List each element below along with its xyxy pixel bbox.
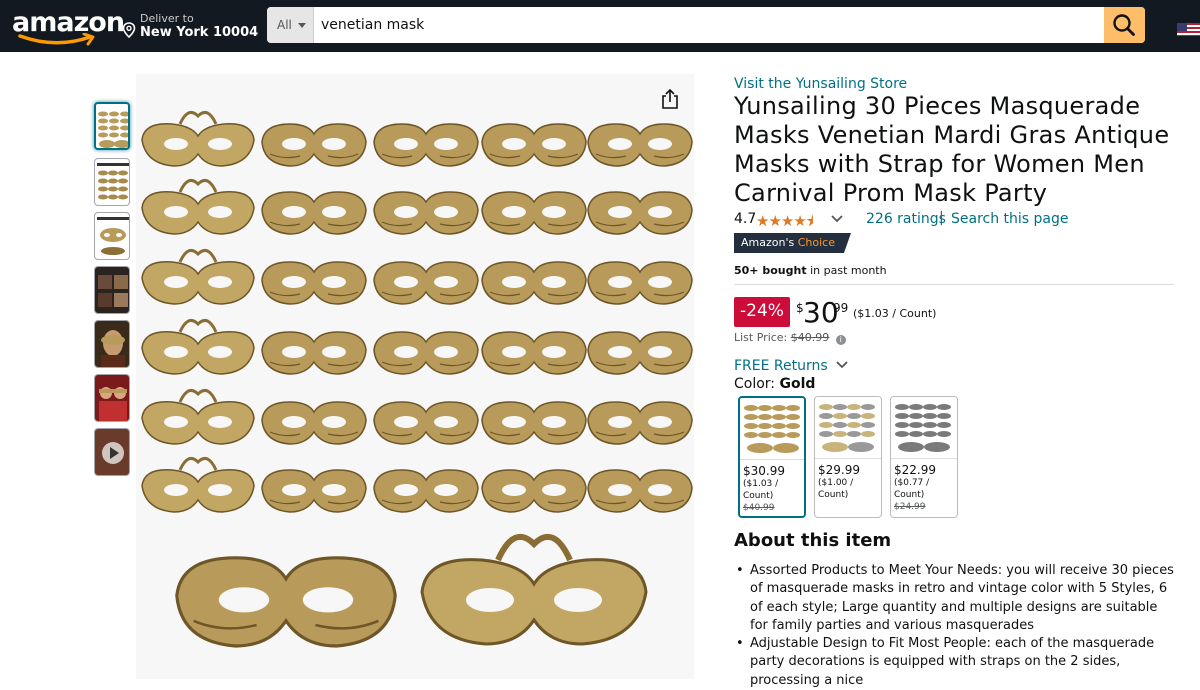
rating-row: 4.7 ★★★★⯨ 226 ratings | Search this page: [734, 210, 1174, 230]
swatch-image: [891, 397, 957, 459]
free-returns-link[interactable]: FREE Returns: [734, 358, 849, 374]
swatch-image: [740, 398, 804, 460]
location-pin-icon: [122, 22, 136, 38]
bought-period: in past month: [806, 264, 887, 277]
swatch-list-price: $24.99: [894, 502, 926, 512]
store-link[interactable]: Visit the Yunsailing Store: [734, 76, 907, 92]
swatch-price: $29.99: [818, 463, 860, 477]
us-flag-icon[interactable]: [1177, 22, 1200, 36]
feature-bullet: Assorted Products to Meet Your Needs: yo…: [736, 562, 1174, 635]
swatch-image: [815, 397, 881, 459]
ratings-count-link[interactable]: 226 ratings: [866, 211, 946, 227]
rating-value: 4.7: [734, 211, 757, 227]
thumbnail-3[interactable]: [94, 212, 130, 260]
amazon-logo[interactable]: amazon: [12, 8, 125, 46]
search-submit-button[interactable]: [1104, 7, 1145, 43]
search-input[interactable]: [315, 7, 1103, 43]
separator: |: [939, 210, 944, 226]
top-nav-bar: amazon Deliver to New York 10004 All: [0, 0, 1200, 52]
color-swatch-gold[interactable]: $30.99 ($1.03 / Count) $40.99: [738, 396, 806, 518]
price-per-unit: ($1.03 / Count): [853, 307, 937, 320]
thumbnail-1[interactable]: [94, 102, 130, 150]
bought-count: 50+ bought: [734, 264, 807, 277]
search-icon: [1113, 14, 1135, 36]
free-returns-label: FREE Returns: [734, 358, 828, 374]
thumbnail-5[interactable]: [94, 320, 130, 368]
list-price: List Price: $40.99 i: [734, 331, 846, 345]
swatch-price: $22.99: [894, 463, 936, 477]
search-category-label: All: [277, 18, 292, 32]
about-this-item-heading: About this item: [734, 530, 892, 551]
feature-bullets: Assorted Products to Meet Your Needs: yo…: [736, 562, 1174, 690]
swatch-unit-price: ($0.77 / Count): [894, 478, 930, 500]
amazons-choice-badge[interactable]: Amazon's Choice: [734, 233, 851, 253]
divider: [734, 284, 1174, 285]
thumbnail-2[interactable]: [94, 158, 130, 206]
product-title: Yunsailing 30 Pieces Masquerade Masks Ve…: [734, 92, 1170, 207]
deliver-to-location[interactable]: Deliver to New York 10004: [122, 10, 259, 42]
feature-bullet: Adjustable Design to Fit Most People: ea…: [736, 635, 1174, 690]
list-price-label: List Price:: [734, 331, 788, 344]
search-category-dropdown[interactable]: All: [267, 7, 314, 43]
swatch-list-price: $40.99: [743, 503, 775, 513]
star-rating[interactable]: ★★★★⯨: [756, 211, 814, 236]
swatch-price: $30.99: [743, 464, 785, 478]
discount-badge: -24%: [734, 297, 790, 327]
share-icon[interactable]: [660, 88, 680, 110]
chevron-down-icon: [836, 361, 848, 369]
badge-prefix: Amazon's: [741, 236, 795, 249]
caret-down-icon: [298, 23, 306, 28]
bought-in-past-month: 50+ bought in past month: [734, 264, 887, 277]
search-bar: All: [267, 7, 1145, 43]
deliver-label: Deliver to: [140, 12, 194, 25]
main-product-image[interactable]: [136, 74, 694, 679]
color-label: Color:: [734, 376, 776, 392]
list-price-value: $40.99: [790, 331, 830, 344]
deliver-location: New York 10004: [140, 25, 259, 40]
smile-arrow-icon: [18, 33, 95, 46]
video-thumbnail[interactable]: [94, 428, 130, 476]
badge-suffix: Choice: [797, 236, 835, 249]
swatch-unit-price: ($1.00 / Count): [818, 478, 854, 500]
color-selection-label: Color: Gold: [734, 376, 815, 392]
swatch-unit-price: ($1.03 / Count): [743, 479, 779, 501]
info-icon[interactable]: i: [835, 335, 846, 345]
thumbnail-6[interactable]: [94, 374, 130, 422]
search-this-page-link[interactable]: Search this page: [951, 211, 1069, 227]
color-swatch-3[interactable]: $22.99 ($0.77 / Count) $24.99: [890, 396, 958, 518]
color-swatch-2[interactable]: $29.99 ($1.00 / Count): [814, 396, 882, 518]
color-value: Gold: [779, 376, 816, 392]
price-fraction: 99: [833, 301, 849, 315]
chevron-down-icon[interactable]: [831, 212, 843, 226]
thumbnail-4[interactable]: [94, 266, 130, 314]
